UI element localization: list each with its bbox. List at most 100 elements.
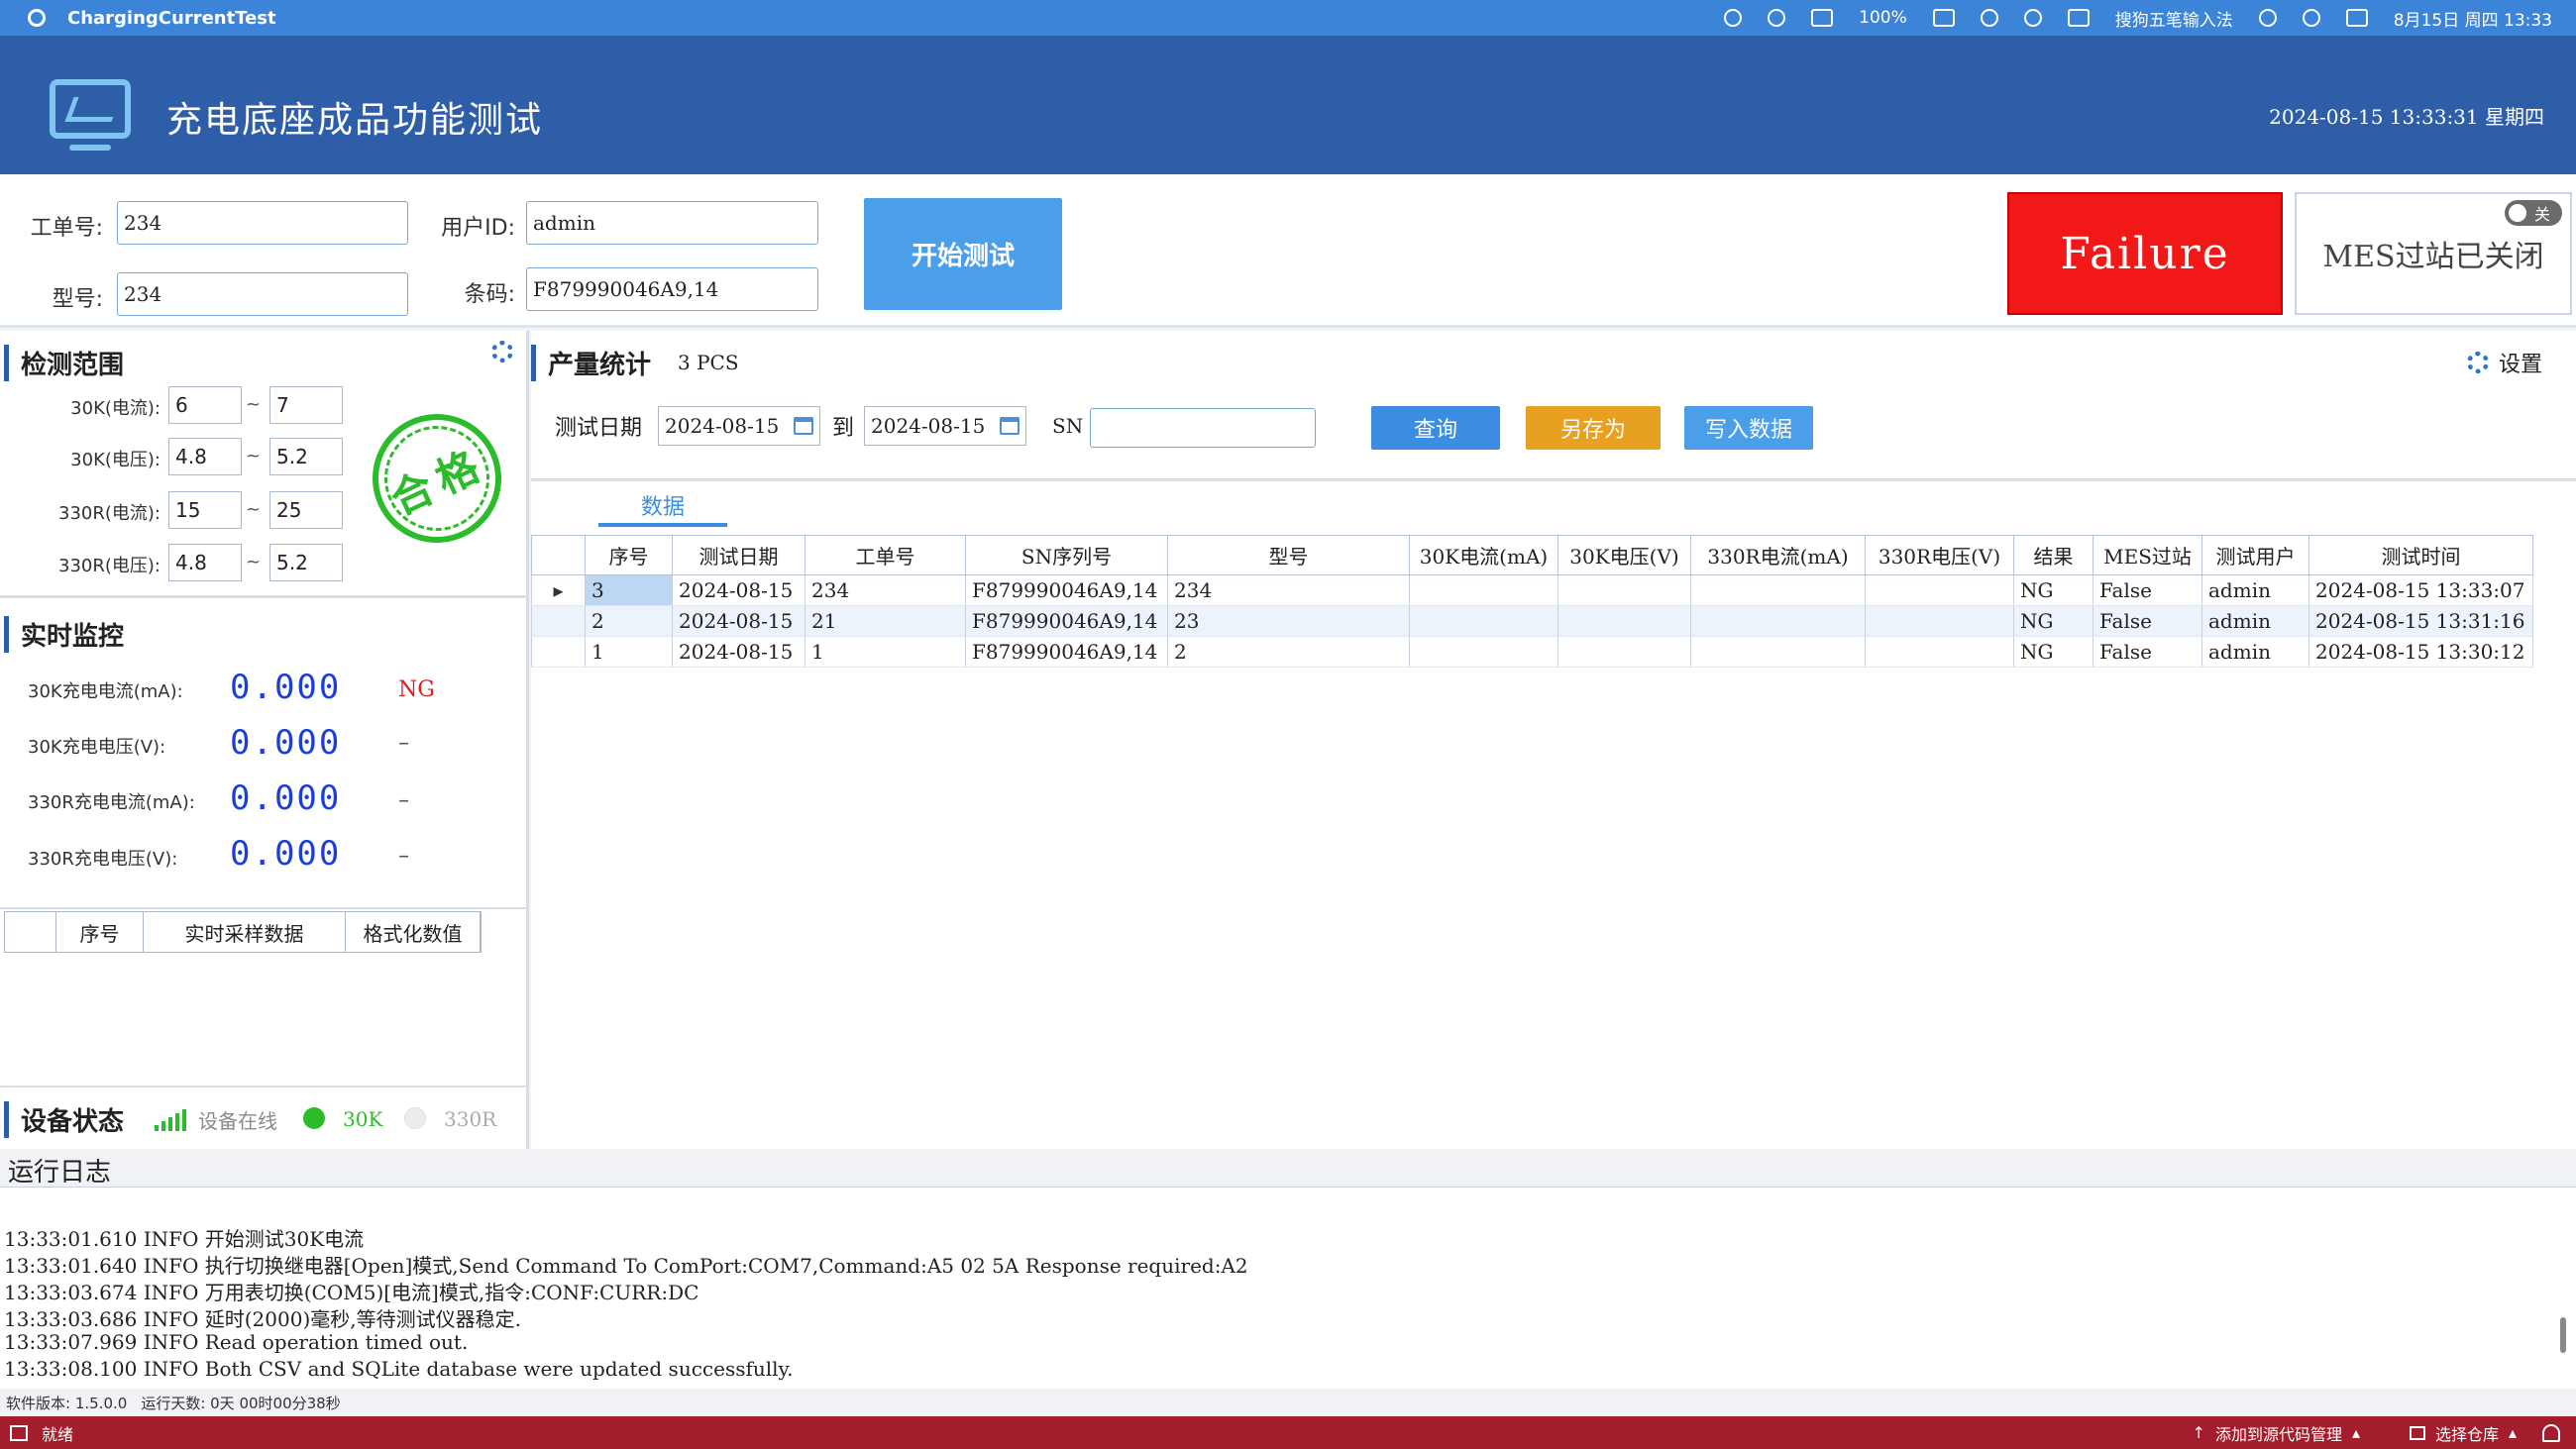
- grid-col-sn[interactable]: SN序列号: [965, 535, 1168, 575]
- range-max-30k-voltage[interactable]: 5.2: [269, 438, 343, 475]
- add-source-control-button[interactable]: ↑ 添加到源代码管理 ▴: [2193, 1421, 2360, 1445]
- grid-cell[interactable]: NG: [2013, 636, 2093, 668]
- grid-cell[interactable]: 2024-08-15: [672, 605, 805, 637]
- grid-cell[interactable]: 23: [1167, 605, 1410, 637]
- sample-col-formatted[interactable]: 格式化数值: [346, 912, 481, 952]
- grid-cell[interactable]: 1: [585, 636, 673, 668]
- range-min-30k-current[interactable]: 6: [168, 386, 242, 424]
- grid-cell[interactable]: NG: [2013, 574, 2093, 606]
- grid-cell[interactable]: [1865, 605, 2014, 637]
- grid-cell[interactable]: 3: [585, 574, 673, 606]
- grid-col-mes[interactable]: MES过站: [2093, 535, 2202, 575]
- wifi-icon[interactable]: [2258, 9, 2277, 27]
- order-input[interactable]: [117, 201, 408, 245]
- select-repo-button[interactable]: 选择仓库 ▴: [2409, 1421, 2517, 1445]
- tab-data[interactable]: 数据: [598, 487, 727, 527]
- grid-cell[interactable]: [1557, 636, 1691, 668]
- range-min-330r-voltage[interactable]: 4.8: [168, 544, 242, 581]
- query-button[interactable]: 查询: [1371, 406, 1500, 450]
- log-scrollbar[interactable]: [2560, 1317, 2566, 1353]
- grid-cell[interactable]: 2: [585, 605, 673, 637]
- grid-col-user[interactable]: 测试用户: [2201, 535, 2309, 575]
- start-test-button[interactable]: 开始测试: [864, 198, 1062, 310]
- range-settings-gear-icon[interactable]: [491, 341, 513, 362]
- grid-cell[interactable]: [1865, 636, 2014, 668]
- grid-col-330r-voltage[interactable]: 330R电压(V): [1865, 535, 2014, 575]
- grid-col-index[interactable]: 序号: [585, 535, 673, 575]
- grid-cell[interactable]: 234: [1167, 574, 1410, 606]
- range-min-30k-voltage[interactable]: 4.8: [168, 438, 242, 475]
- grid-cell[interactable]: 2024-08-15: [672, 636, 805, 668]
- grid-cell[interactable]: 2: [1167, 636, 1410, 668]
- model-input[interactable]: [117, 272, 408, 316]
- display-icon[interactable]: [1811, 9, 1834, 27]
- system-clock[interactable]: 8月15日 周四 13:33: [2394, 6, 2552, 31]
- table-row[interactable]: ▸ 3 2024-08-15 234 F879990046A9,14 234 N…: [531, 574, 2533, 606]
- grid-cell[interactable]: [1557, 605, 1691, 637]
- volume-icon[interactable]: [1980, 9, 1998, 27]
- bluetooth-icon[interactable]: [1768, 9, 1786, 27]
- grid-cell[interactable]: NG: [2013, 605, 2093, 637]
- range-max-30k-current[interactable]: 7: [269, 386, 343, 424]
- grid-cell[interactable]: [1690, 574, 1866, 606]
- grid-cell[interactable]: [1557, 574, 1691, 606]
- battery-icon[interactable]: [1932, 9, 1955, 27]
- range-max-330r-current[interactable]: 25: [269, 491, 343, 529]
- grid-col-330r-current[interactable]: 330R电流(mA): [1690, 535, 1866, 575]
- notification-bell-icon[interactable]: [2542, 1423, 2560, 1442]
- grid-col-30k-voltage[interactable]: 30K电压(V): [1557, 535, 1691, 575]
- user-id-input[interactable]: [526, 201, 818, 245]
- grid-cell[interactable]: F879990046A9,14: [965, 574, 1168, 606]
- save-as-button[interactable]: 另存为: [1526, 406, 1661, 450]
- grid-col-result[interactable]: 结果: [2013, 535, 2093, 575]
- grid-col-time[interactable]: 测试时间: [2308, 535, 2533, 575]
- grid-cell[interactable]: 2024-08-15 13:31:16: [2308, 605, 2533, 637]
- grid-cell[interactable]: [1409, 636, 1558, 668]
- log-panel[interactable]: 13:33:01.610 INFO 开始测试30K电流 13:33:01.640…: [0, 1187, 2576, 1389]
- table-row[interactable]: 2 2024-08-15 21 F879990046A9,14 23 NG Fa…: [531, 605, 2533, 637]
- wechat-icon[interactable]: [1724, 9, 1743, 27]
- range-min-330r-current[interactable]: 15: [168, 491, 242, 529]
- grid-cell[interactable]: [1865, 574, 2014, 606]
- grid-cell[interactable]: 1: [805, 636, 966, 668]
- calendar-icon[interactable]: [1000, 417, 1020, 435]
- stats-settings-button[interactable]: 设置: [2466, 347, 2542, 378]
- write-data-button[interactable]: 写入数据: [1684, 406, 1813, 450]
- date-to-picker[interactable]: 2024-08-15: [864, 406, 1026, 446]
- grid-cell[interactable]: 21: [805, 605, 966, 637]
- range-max-330r-voltage[interactable]: 5.2: [269, 544, 343, 581]
- sample-col-index[interactable]: 序号: [56, 912, 144, 952]
- row-selector-arrow-icon[interactable]: ▸: [531, 574, 586, 606]
- grid-cell[interactable]: 2024-08-15: [672, 574, 805, 606]
- grid-col-order[interactable]: 工单号: [805, 535, 966, 575]
- row-selector[interactable]: [531, 636, 586, 668]
- date-from-picker[interactable]: 2024-08-15: [658, 406, 820, 446]
- grid-cell[interactable]: F879990046A9,14: [965, 636, 1168, 668]
- barcode-input[interactable]: [526, 267, 818, 311]
- sn-input[interactable]: [1090, 408, 1316, 448]
- control-center-icon[interactable]: [2345, 9, 2368, 27]
- app-menu[interactable]: ChargingCurrentTest: [28, 0, 276, 36]
- grid-cell[interactable]: False: [2093, 636, 2202, 668]
- calendar-icon[interactable]: [794, 417, 813, 435]
- eject-icon[interactable]: [2023, 9, 2042, 27]
- grid-cell[interactable]: 2024-08-15 13:30:12: [2308, 636, 2533, 668]
- grid-cell[interactable]: admin: [2201, 636, 2309, 668]
- table-row[interactable]: 1 2024-08-15 1 F879990046A9,14 2 NG Fals…: [531, 636, 2533, 668]
- mes-toggle[interactable]: 关: [2505, 200, 2562, 226]
- grid-col-date[interactable]: 测试日期: [672, 535, 805, 575]
- grid-cell[interactable]: [1690, 636, 1866, 668]
- grid-cell[interactable]: False: [2093, 605, 2202, 637]
- grid-cell[interactable]: admin: [2201, 574, 2309, 606]
- grid-cell[interactable]: F879990046A9,14: [965, 605, 1168, 637]
- row-selector[interactable]: [531, 605, 586, 637]
- grid-cell[interactable]: False: [2093, 574, 2202, 606]
- grid-col-model[interactable]: 型号: [1167, 535, 1410, 575]
- search-icon[interactable]: [2302, 9, 2320, 27]
- grid-cell[interactable]: 234: [805, 574, 966, 606]
- grid-cell[interactable]: [1690, 605, 1866, 637]
- grid-cell[interactable]: admin: [2201, 605, 2309, 637]
- ime-icon[interactable]: [2067, 9, 2090, 27]
- grid-col-30k-current[interactable]: 30K电流(mA): [1409, 535, 1558, 575]
- grid-cell[interactable]: [1409, 605, 1558, 637]
